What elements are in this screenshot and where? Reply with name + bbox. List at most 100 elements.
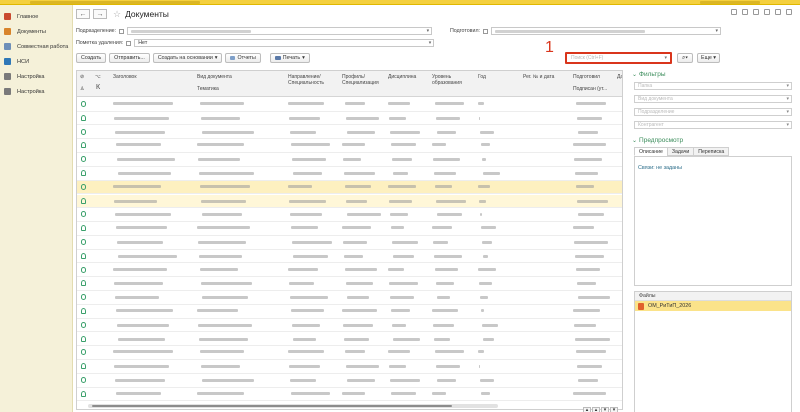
department-checkbox[interactable] [119,28,125,34]
sidebar-item-documents[interactable]: Документы [0,24,72,39]
preview-section-toggle[interactable]: ⌄ Предпросмотр [632,137,683,144]
annotation-marker: 1 [545,39,554,56]
cell-value-blurred [342,226,371,230]
create-button[interactable]: Создать [76,53,107,63]
table-row[interactable] [77,305,622,319]
column-level[interactable]: Уровень образования [432,74,474,86]
filters-section-toggle[interactable]: ⌄ Фильтры [632,71,666,78]
table-row[interactable] [77,180,622,195]
column-signed[interactable]: Подписан (ут... [573,86,607,92]
reports-button[interactable]: Отчеты [225,53,261,63]
cell-value-blurred [392,241,418,244]
column-reg-number[interactable]: Рег. № и дата [523,74,554,80]
table-row[interactable] [77,208,622,222]
tab-correspondence[interactable]: Переписка [693,147,730,156]
table-row[interactable] [77,360,622,374]
deletion-mark-field[interactable]: Нет ▾ [134,39,435,47]
close-icon[interactable] [786,9,792,15]
cell-value-blurred [342,309,377,312]
prepared-value-blurred [495,30,646,33]
attach-icon[interactable] [731,9,737,15]
table-row[interactable] [77,374,622,388]
sidebar-item-settings[interactable]: Настройка [0,69,72,84]
more-button[interactable]: Еще ▾ [697,53,720,63]
hierarchy-icon[interactable]: ⌥ [95,74,101,80]
table-row[interactable] [77,319,622,333]
column-year[interactable]: Год [478,74,486,80]
department-field[interactable]: ▾ [127,27,433,35]
doc-type-filter-field[interactable]: Вид документа ▾ [634,95,792,103]
table-row[interactable] [77,112,622,126]
column-direction[interactable]: Направление/Специальность [288,74,336,86]
prepared-checkbox[interactable] [483,28,489,34]
favorite-star-icon[interactable]: ☆ [113,9,121,20]
back-button[interactable]: ← [76,9,90,19]
tab-description[interactable]: Описание [634,147,668,156]
scroll-top-button[interactable]: ▴ [583,407,591,412]
column-doc-type[interactable]: Вид документа [197,74,232,80]
scroll-up-button[interactable]: ▴ [592,407,600,412]
table-row[interactable] [77,139,622,153]
table-row[interactable] [77,194,622,209]
cell-value-blurred [114,116,169,120]
table-row[interactable] [77,346,622,360]
file-item[interactable]: ОМ_РиТиП_2026 [635,301,791,311]
toolbar: Создать Отправить... Создать на основани… [76,53,310,64]
table-row[interactable] [77,153,622,167]
table-row[interactable] [77,264,622,278]
table-row[interactable] [77,222,622,236]
column-profile[interactable]: Профиль/Специализация [342,74,384,86]
more-icon[interactable] [775,9,781,15]
cell-value-blurred [433,241,448,244]
cell-value-blurred [391,143,416,147]
cell-value-blurred [578,379,598,382]
table-row[interactable] [77,126,622,140]
search-button[interactable]: ⌕▾ [677,53,693,63]
right-panel: ⌄ Фильтры Папка ▾ Вид документа ▾ Подразде… [632,69,794,412]
table-row[interactable] [77,333,622,347]
cell-value-blurred [388,102,410,105]
cell-value-blurred [436,199,466,203]
cell-value-blurred [437,130,456,134]
department-filter-field[interactable]: Подразделение ▾ [634,108,792,116]
column-k[interactable]: К [96,84,100,91]
deletion-mark-checkbox[interactable] [126,40,132,46]
tab-tasks[interactable]: Задачи [666,147,695,156]
column-theme[interactable]: Тематика [197,86,219,92]
create-based-label: Создать на основании [157,55,213,61]
user-column-icon[interactable]: ♙ [80,86,84,92]
column-discipline[interactable]: Дисциплина [388,74,416,80]
sidebar-item-main[interactable]: Главное [0,9,72,24]
table-row[interactable] [77,236,622,250]
create-based-on-button[interactable]: Создать на основании ▾ [152,53,223,63]
sidebar-item-collaboration[interactable]: Совместная работа [0,39,72,54]
link-icon[interactable] [764,9,770,15]
table-row[interactable] [77,388,622,402]
column-title[interactable]: Заголовок [113,74,137,80]
cell-value-blurred [290,379,316,382]
folder-filter-field[interactable]: Папка ▾ [634,82,792,90]
table-row[interactable] [77,250,622,264]
table-row[interactable] [77,98,622,112]
contractor-filter-field[interactable]: Контрагент ▾ [634,121,792,129]
search-input[interactable]: Поиск (Ctrl+F) ▾ [565,52,672,64]
prepared-field[interactable]: ▾ [491,27,722,35]
settings-icon[interactable] [753,9,759,15]
horizontal-scrollbar[interactable] [88,404,498,408]
print-button[interactable]: Печать ▾ [269,53,310,63]
table-row[interactable] [77,291,622,305]
scroll-down-button[interactable]: ▾ [601,407,609,412]
column-prepared[interactable]: Подготовил [573,74,600,80]
history-icon[interactable] [742,9,748,15]
forward-button[interactable]: → [93,9,107,19]
user-icon [81,197,86,204]
scroll-bottom-button[interactable]: ▾ [610,407,618,412]
scrollbar-thumb[interactable] [92,405,452,407]
column-date[interactable]: Да [617,74,622,80]
attachment-column-icon[interactable]: ⊘ [80,74,84,80]
table-row[interactable] [77,167,622,181]
table-row[interactable] [77,277,622,291]
sidebar-item-nsi[interactable]: НСИ [0,54,72,69]
sidebar-item-settings-2[interactable]: Настройка [0,84,72,99]
send-button[interactable]: Отправить... [109,53,150,63]
